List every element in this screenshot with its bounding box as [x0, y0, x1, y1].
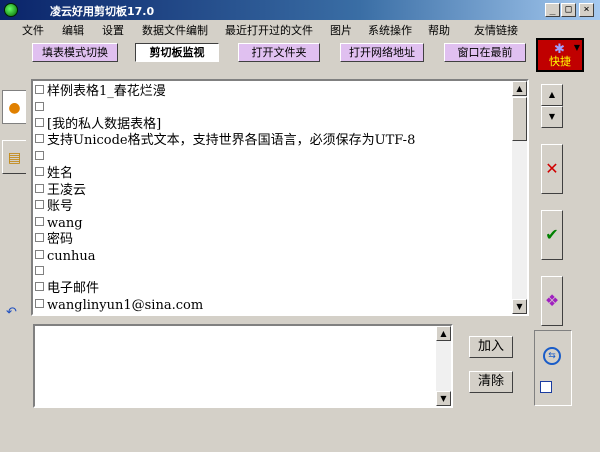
fill-mode-toggle-button[interactable]: 填表模式切换 [32, 43, 118, 62]
list-item[interactable]: 支持Unicode格式文本，支持世界各国语言，必须保存为UTF-8 [35, 132, 415, 149]
title-bar: 凌云好用剪切板17.0 _ □ × [0, 0, 600, 20]
blue-refresh-icon[interactable]: ⇆ [543, 347, 561, 365]
list-item[interactable]: wanglinyun1@sina.com [35, 297, 203, 314]
scroll-thumb[interactable] [512, 97, 527, 141]
menu-edit[interactable]: 编辑 [62, 22, 84, 38]
item-checkbox[interactable] [35, 299, 44, 308]
menu-help[interactable]: 帮助 [428, 22, 450, 38]
item-checkbox[interactable] [35, 151, 44, 160]
scroll-down-arrow-icon[interactable]: ▼ [436, 391, 451, 406]
option-checkbox[interactable] [540, 381, 552, 393]
orange-fruit-icon: ● [8, 100, 21, 116]
left-tab-orange[interactable]: ● [2, 90, 26, 124]
arrow-up-icon: ▲ [548, 90, 556, 99]
close-button[interactable]: × [579, 3, 594, 17]
list-item[interactable] [35, 100, 47, 117]
input-scrollbar[interactable]: ▲ ▼ [436, 326, 451, 406]
window-title: 凌云好用剪切板17.0 [50, 5, 155, 18]
item-checkbox[interactable] [35, 250, 44, 259]
item-checkbox[interactable] [35, 282, 44, 291]
menu-file[interactable]: 文件 [22, 22, 44, 38]
list-item[interactable]: cunhua [35, 248, 96, 265]
list-scrollbar[interactable]: ▲ ▼ [512, 81, 527, 314]
purple-gift-icon: ❖ [544, 291, 560, 310]
list-item[interactable]: wang [35, 215, 83, 232]
delete-button[interactable]: ✕ [541, 144, 563, 194]
list-item[interactable]: 账号 [35, 198, 73, 215]
menu-links[interactable]: 友情链接 [474, 22, 518, 38]
menu-system[interactable]: 系统操作 [368, 22, 412, 38]
list-item[interactable] [35, 264, 47, 281]
always-on-top-button[interactable]: 窗口在最前 [444, 43, 526, 62]
move-down-button[interactable]: ▼ [541, 106, 563, 128]
list-item[interactable]: 王凌云 [35, 182, 86, 199]
item-checkbox[interactable] [35, 233, 44, 242]
clip-list[interactable]: 样例表格1_春花烂漫 [我的私人数据表格] 支持Unicode格式文本，支持世界… [31, 79, 529, 316]
item-checkbox[interactable] [35, 217, 44, 226]
list-item[interactable]: 姓名 [35, 165, 73, 182]
item-checkbox[interactable] [35, 85, 44, 94]
scroll-up-arrow-icon[interactable]: ▲ [512, 81, 527, 96]
green-check-icon: ✔ [545, 225, 559, 244]
menu-recent-files[interactable]: 最近打开过的文件 [225, 22, 313, 38]
maximize-button[interactable]: □ [561, 3, 576, 17]
move-up-button[interactable]: ▲ [541, 84, 563, 106]
menu-bar: 文件 编辑 设置 数据文件编制 最近打开过的文件 图片 系统操作 帮助 友情链接 [0, 20, 600, 38]
red-x-icon: ✕ [545, 159, 559, 178]
menu-settings[interactable]: 设置 [102, 22, 124, 38]
dropdown-arrow-icon: ▼ [573, 43, 580, 52]
list-item[interactable]: 样例表格1_春花烂漫 [35, 83, 166, 100]
clip-input[interactable] [33, 324, 453, 408]
open-folder-button[interactable]: 打开文件夹 [238, 43, 320, 62]
list-item[interactable]: 电子邮件 [35, 280, 99, 297]
right-bottom-panel: ⇆ [534, 330, 572, 406]
item-checkbox[interactable] [35, 134, 44, 143]
quick-label: 快捷 [549, 55, 571, 68]
item-checkbox[interactable] [35, 266, 44, 275]
scroll-up-arrow-icon[interactable]: ▲ [436, 326, 451, 341]
item-checkbox[interactable] [35, 102, 44, 111]
add-button[interactable]: 加入 [469, 336, 513, 358]
list-item[interactable] [35, 149, 47, 166]
quick-menu-button[interactable]: ✱ ▼ 快捷 [536, 38, 584, 72]
menu-images[interactable]: 图片 [330, 22, 352, 38]
menu-data-file[interactable]: 数据文件编制 [142, 22, 208, 38]
clear-button[interactable]: 清除 [469, 371, 513, 393]
open-url-button[interactable]: 打开网络地址 [340, 43, 424, 62]
gift-button[interactable]: ❖ [541, 276, 563, 326]
item-checkbox[interactable] [35, 167, 44, 176]
item-checkbox[interactable] [35, 184, 44, 193]
item-checkbox[interactable] [35, 200, 44, 209]
minimize-button[interactable]: _ [545, 3, 560, 17]
arrow-down-icon: ▼ [548, 112, 556, 121]
list-item[interactable]: 密码 [35, 231, 73, 248]
book-stack-icon: ▤ [7, 150, 22, 166]
list-item[interactable]: [我的私人数据表格] [35, 116, 161, 133]
item-checkbox[interactable] [35, 118, 44, 127]
left-tab-book[interactable]: ▤ [2, 140, 26, 174]
undo-arrow-icon[interactable]: ↶ [6, 305, 17, 320]
clipboard-monitor-button[interactable]: 剪切板监视 [135, 43, 219, 62]
scroll-down-arrow-icon[interactable]: ▼ [512, 299, 527, 314]
confirm-button[interactable]: ✔ [541, 210, 563, 260]
app-icon [4, 3, 18, 17]
